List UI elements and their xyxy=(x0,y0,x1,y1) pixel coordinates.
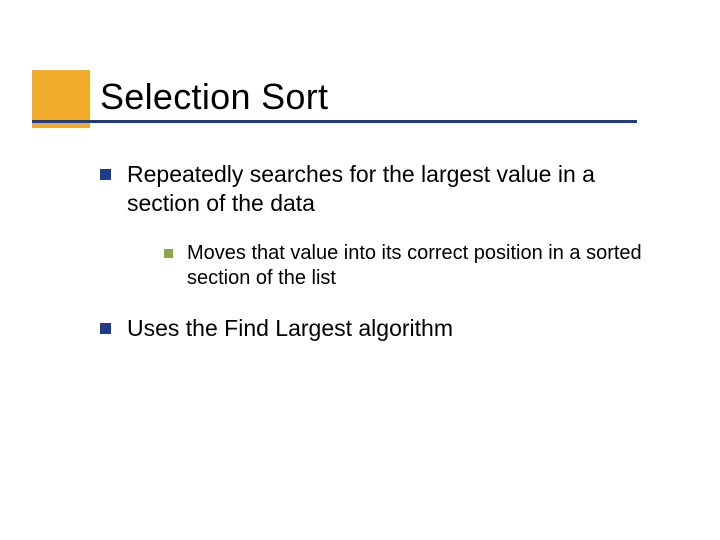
square-bullet-icon xyxy=(164,249,173,258)
list-item: Repeatedly searches for the largest valu… xyxy=(100,160,660,219)
list-item-text: Repeatedly searches for the largest valu… xyxy=(127,160,660,219)
sublist: Moves that value into its correct positi… xyxy=(164,241,660,292)
list-item: Moves that value into its correct positi… xyxy=(164,241,660,292)
square-bullet-icon xyxy=(100,323,111,334)
slide-content: Repeatedly searches for the largest valu… xyxy=(100,160,660,366)
list-item-text: Moves that value into its correct positi… xyxy=(187,241,660,292)
list-item: Uses the Find Largest algorithm xyxy=(100,314,660,343)
title-underline xyxy=(32,120,637,123)
square-bullet-icon xyxy=(100,169,111,180)
slide-title: Selection Sort xyxy=(100,76,328,118)
list-item-text: Uses the Find Largest algorithm xyxy=(127,314,660,343)
